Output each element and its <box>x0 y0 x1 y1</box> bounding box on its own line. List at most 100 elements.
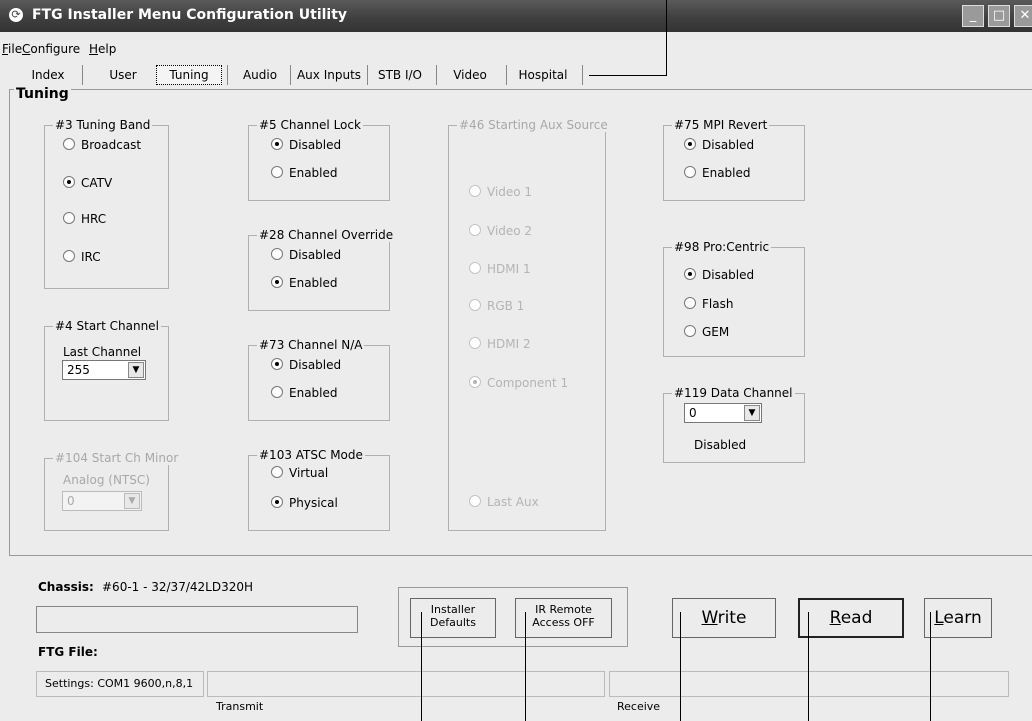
radio-label: Component 1 <box>487 376 569 390</box>
radio-channel-na-enabled[interactable]: Enabled <box>271 386 338 400</box>
title-bar: ⟳ FTG Installer Menu Configuration Utili… <box>0 0 1032 32</box>
starting-aux-source-group: #46 Starting Aux Source Video 1 Video 2 … <box>448 118 610 531</box>
select-value: 0 <box>689 406 697 420</box>
radio-label: Disabled <box>289 248 342 262</box>
radio-procentric-disabled[interactable]: Disabled <box>684 268 754 282</box>
radio-hrc[interactable]: HRC <box>63 212 106 226</box>
radio-procentric-flash[interactable]: Flash <box>684 297 733 311</box>
radio-label: Flash <box>702 297 734 311</box>
radio-circle <box>63 138 75 150</box>
radio-circle <box>469 299 481 311</box>
radio-aux-hdmi2: HDMI 2 <box>469 337 531 351</box>
menu-configure-rest: onfigure <box>30 42 81 56</box>
tab-separator <box>227 65 228 85</box>
installer-defaults-button[interactable]: Installer Defaults <box>410 598 496 638</box>
radio-broadcast[interactable]: Broadcast <box>63 138 141 152</box>
radio-circle-selected <box>271 358 283 370</box>
main-window: ⟳ FTG Installer Menu Configuration Utili… <box>0 0 1032 721</box>
tab-aux-inputs[interactable]: Aux Inputs <box>294 66 364 84</box>
tab-hospital[interactable]: Hospital <box>512 66 574 84</box>
radio-label: Enabled <box>289 166 338 180</box>
select-value: 255 <box>67 363 90 377</box>
analog-ntsc-label: Analog (NTSC) <box>63 473 150 487</box>
radio-circle <box>469 337 481 349</box>
radio-procentric-gem[interactable]: GEM <box>684 325 729 339</box>
group-legend: #104 Start Ch Minor <box>53 451 181 465</box>
radio-circle <box>271 466 283 478</box>
ir-remote-access-button[interactable]: IR Remote Access OFF <box>515 598 612 638</box>
radio-channel-lock-disabled[interactable]: Disabled <box>271 138 341 152</box>
last-channel-label: Last Channel <box>63 345 142 359</box>
radio-label: IRC <box>81 250 101 264</box>
radio-label: Physical <box>289 496 338 510</box>
radio-atsc-virtual[interactable]: Virtual <box>271 466 328 480</box>
radio-mpi-enabled[interactable]: Enabled <box>684 166 751 180</box>
radio-aux-video2: Video 2 <box>469 224 532 238</box>
menu-file[interactable]: File <box>2 42 22 56</box>
radio-circle <box>469 224 481 236</box>
minimize-button[interactable]: _ <box>962 5 984 27</box>
tuning-band-group: #3 Tuning Band Broadcast CATV HRC IRC <box>44 118 169 289</box>
button-line: IR Remote <box>535 603 592 616</box>
radio-irc[interactable]: IRC <box>63 250 101 264</box>
radio-label: HDMI 2 <box>487 337 531 351</box>
group-legend: #73 Channel N/A <box>257 338 365 352</box>
maximize-button[interactable]: □ <box>988 5 1010 27</box>
channel-lock-group: #5 Channel Lock Disabled Enabled <box>248 118 390 201</box>
pro-centric-group: #98 Pro:Centric Disabled Flash GEM <box>663 240 805 357</box>
write-button[interactable]: Write <box>672 598 776 638</box>
radio-aux-rgb1: RGB 1 <box>469 299 524 313</box>
tab-stb-io[interactable]: STB I/O <box>371 66 429 84</box>
callout-line <box>589 75 667 76</box>
radio-circle <box>684 297 696 309</box>
radio-circle-selected <box>271 138 283 150</box>
radio-circle <box>469 495 481 507</box>
read-button[interactable]: Read <box>798 598 904 638</box>
tab-tuning[interactable]: Tuning <box>156 65 222 85</box>
start-ch-minor-group: #104 Start Ch Minor Analog (NTSC) 0 ▼ <box>44 451 181 531</box>
panel-title: Tuning <box>14 86 71 102</box>
radio-label: Disabled <box>702 268 755 282</box>
button-line: Installer <box>430 603 476 616</box>
radio-aux-last-aux: Last Aux <box>469 495 539 509</box>
data-channel-group: #119 Data Channel 0 ▼ Disabled <box>663 386 805 463</box>
close-button[interactable]: ✕ <box>1014 5 1032 27</box>
radio-channel-na-disabled[interactable]: Disabled <box>271 358 341 372</box>
group-legend: #5 Channel Lock <box>257 118 363 132</box>
radio-circle-selected <box>684 268 696 280</box>
learn-button[interactable]: Learn <box>924 598 992 638</box>
group-legend: #4 Start Channel <box>53 319 161 333</box>
tab-index[interactable]: Index <box>28 66 68 84</box>
radio-circle-selected <box>684 138 696 150</box>
menu-help-accel: H <box>89 42 99 56</box>
tab-user[interactable]: User <box>103 66 143 84</box>
radio-label: Enabled <box>289 386 338 400</box>
start-channel-select[interactable]: 255 ▼ <box>62 360 146 380</box>
radio-circle <box>271 166 283 178</box>
data-channel-status: Disabled <box>694 438 747 452</box>
tab-video[interactable]: Video <box>445 66 495 84</box>
radio-mpi-disabled[interactable]: Disabled <box>684 138 754 152</box>
radio-label: HDMI 1 <box>487 262 531 276</box>
radio-label: Disabled <box>702 138 755 152</box>
dropdown-arrow-icon[interactable]: ▼ <box>744 405 760 421</box>
radio-channel-override-enabled[interactable]: Enabled <box>271 276 338 290</box>
write-rest: rite <box>717 608 747 628</box>
radio-label: Last Aux <box>487 495 539 509</box>
radio-catv[interactable]: CATV <box>63 176 112 190</box>
menu-configure[interactable]: Configure <box>22 42 80 56</box>
menu-help[interactable]: Help <box>89 42 116 56</box>
chassis-textbox <box>36 606 358 633</box>
radio-atsc-physical[interactable]: Physical <box>271 496 338 510</box>
receive-label: Receive <box>617 700 661 713</box>
data-channel-select[interactable]: 0 ▼ <box>684 403 762 423</box>
radio-channel-override-disabled[interactable]: Disabled <box>271 248 341 262</box>
radio-channel-lock-enabled[interactable]: Enabled <box>271 166 338 180</box>
tab-audio[interactable]: Audio <box>238 66 282 84</box>
transmit-box <box>207 671 605 697</box>
radio-label: RGB 1 <box>487 299 525 313</box>
radio-circle-selected <box>271 496 283 508</box>
group-legend: #28 Channel Override <box>257 228 396 242</box>
radio-circle <box>63 250 75 262</box>
dropdown-arrow-icon[interactable]: ▼ <box>128 362 144 378</box>
